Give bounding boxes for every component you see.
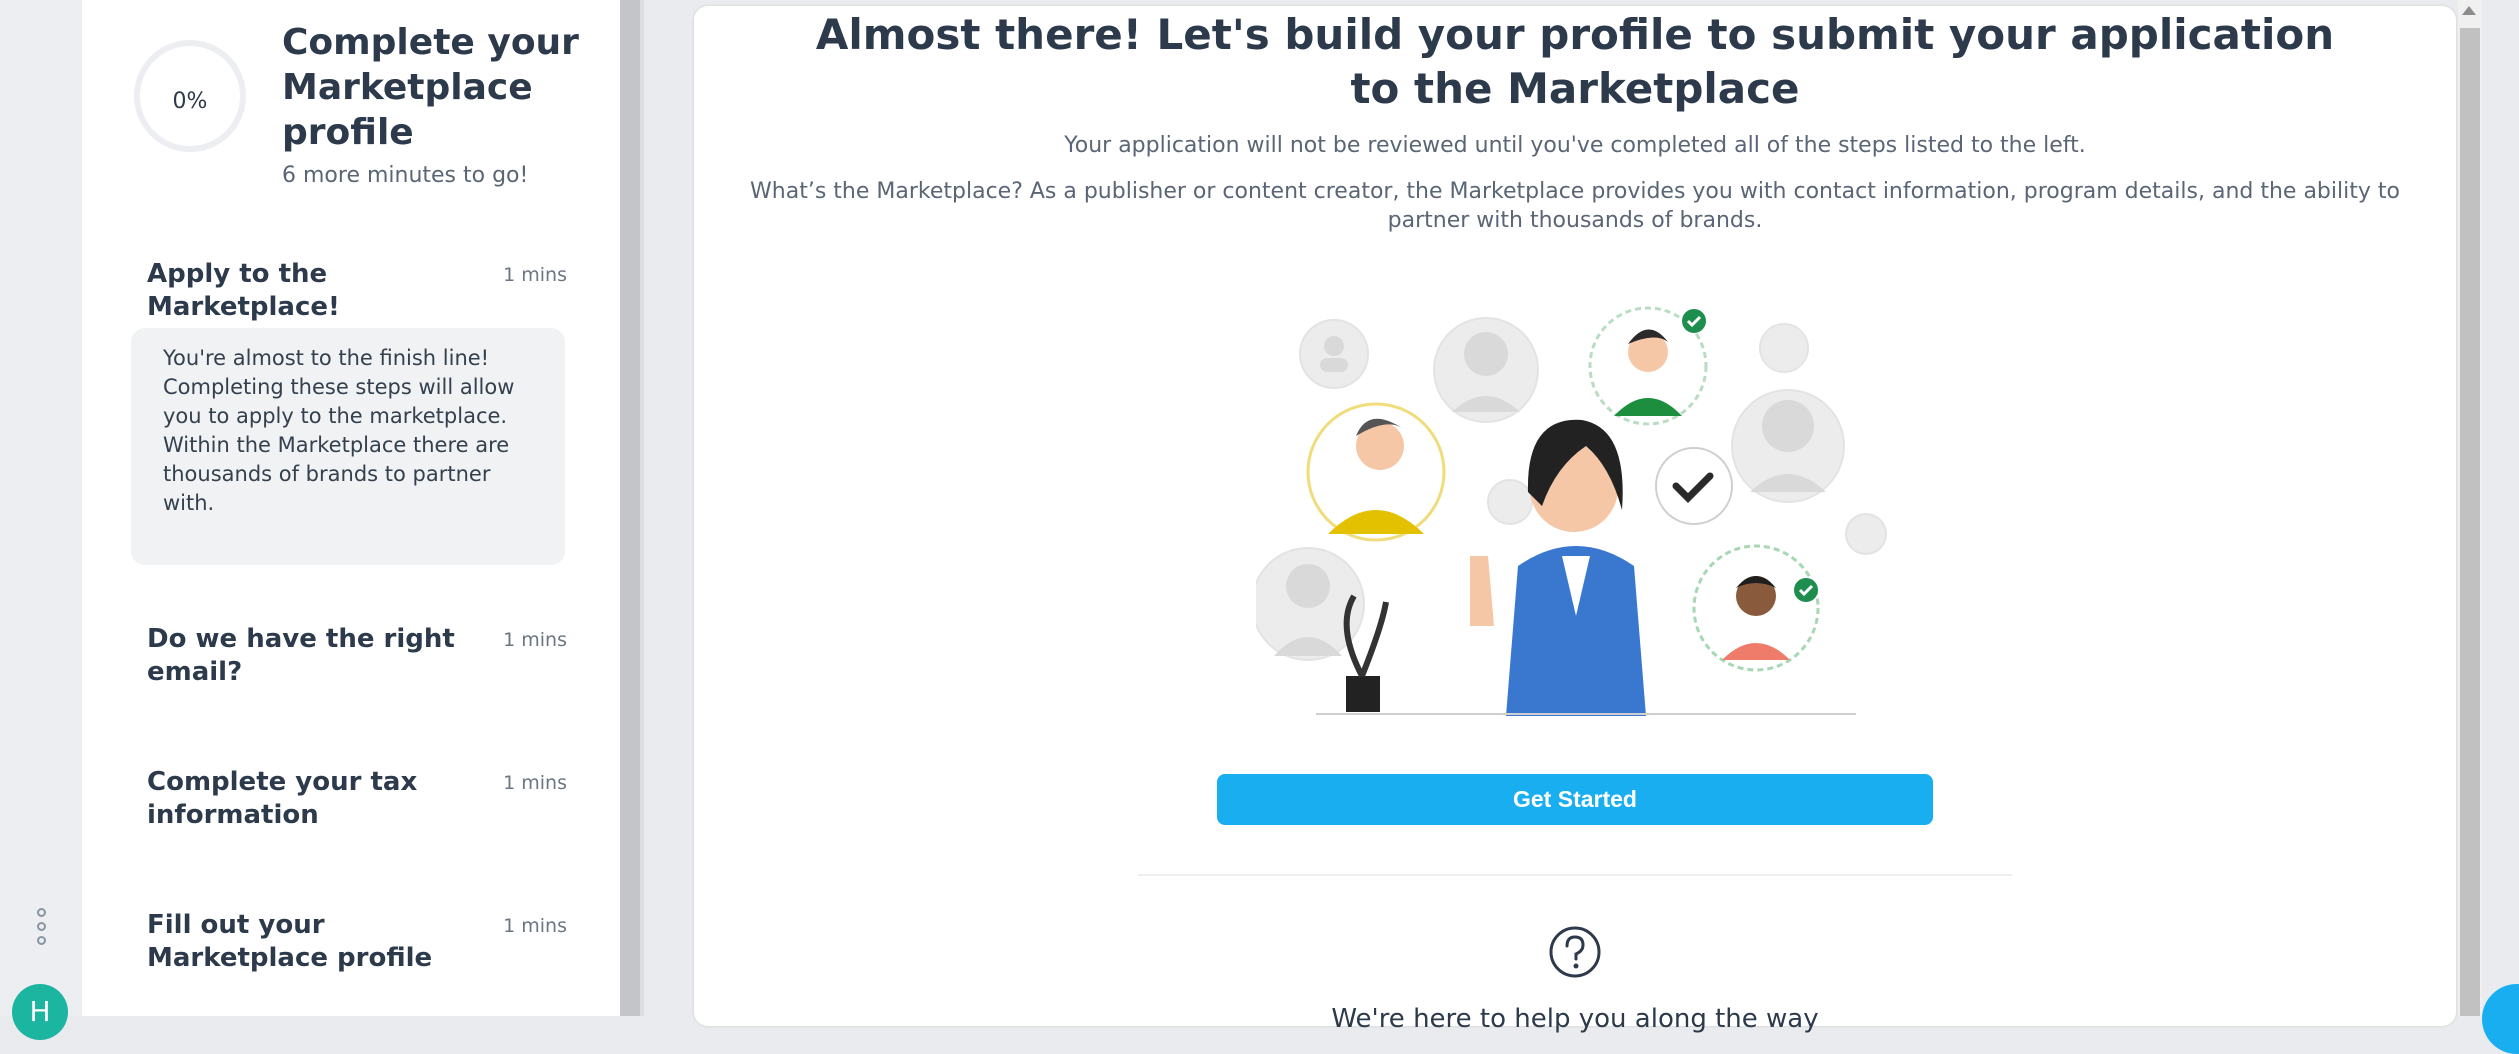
marketplace-description: What’s the Marketplace? As a publisher o… <box>750 179 2400 233</box>
scroll-up-icon[interactable] <box>2462 6 2476 15</box>
step-title: Fill out your Marketplace profile <box>147 910 433 973</box>
progress-panel: 0% Complete your Marketplace profile 6 m… <box>82 0 620 1016</box>
more-vertical-icon[interactable] <box>30 908 52 954</box>
progress-percent: 0% <box>172 89 208 114</box>
section-divider <box>1138 874 2012 876</box>
progress-ring: 0% <box>134 40 246 152</box>
step-description: You're almost to the finish line! Comple… <box>131 328 565 565</box>
step-duration: 1 mins <box>503 915 567 937</box>
question-circle-icon <box>1549 926 1601 978</box>
step-duration: 1 mins <box>503 772 567 794</box>
step-title: Complete your tax information <box>147 767 418 830</box>
get-started-button[interactable]: Get Started <box>1217 774 1933 825</box>
app-rail: H <box>0 0 82 1040</box>
step-duration: 1 mins <box>503 264 567 286</box>
main-card: Almost there! Let's build your profile t… <box>694 6 2456 1034</box>
page-scrollbar-thumb[interactable] <box>2460 28 2480 1016</box>
page-title: Almost there! Let's build your profile t… <box>815 10 2335 113</box>
step-title: Apply to the Marketplace! <box>147 259 340 322</box>
progress-title: Complete your Marketplace profile <box>282 22 579 153</box>
step-title: Do we have the right email? <box>147 624 455 687</box>
progress-subtitle: 6 more minutes to go! <box>282 163 529 188</box>
user-avatar[interactable]: H <box>12 984 68 1040</box>
chat-launcher-button[interactable] <box>2482 984 2519 1054</box>
panel-divider <box>640 0 644 1016</box>
marketplace-illustration <box>1256 306 1887 716</box>
review-note: Your application will not be reviewed un… <box>1064 133 2086 158</box>
step-duration: 1 mins <box>503 629 567 651</box>
help-text: We're here to help you along the way <box>1331 1004 1819 1034</box>
